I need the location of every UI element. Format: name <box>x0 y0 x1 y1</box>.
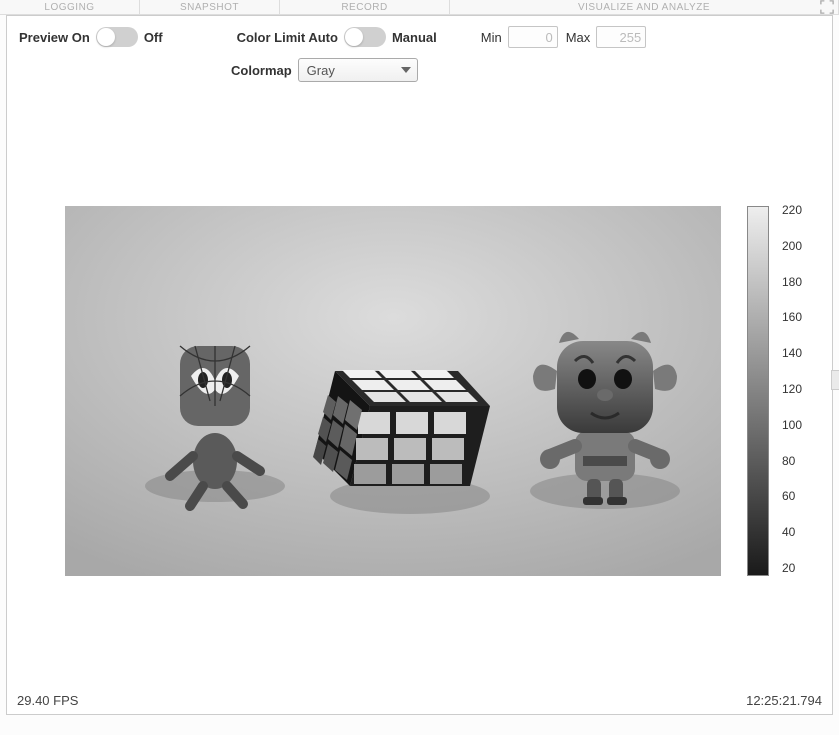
colorbar <box>747 206 769 576</box>
image-viewer: 220 200 180 160 140 120 100 80 60 40 20 <box>15 106 824 680</box>
min-input[interactable] <box>508 26 558 48</box>
tab-record[interactable]: RECORD <box>280 0 450 14</box>
colorbar-tick: 220 <box>782 203 802 217</box>
expand-icon[interactable] <box>819 0 835 14</box>
tab-bar: LOGGING SNAPSHOT RECORD VISUALIZE AND AN… <box>0 0 839 15</box>
colorbar-tick: 180 <box>782 275 802 289</box>
colorbar-tick: 20 <box>782 561 795 575</box>
colorbar-tick: 80 <box>782 454 795 468</box>
preview-off-label: Off <box>144 30 163 45</box>
colorbar-tick: 40 <box>782 525 795 539</box>
tab-visualize-analyze[interactable]: VISUALIZE AND ANALYZE <box>450 0 839 14</box>
preview-toggle[interactable] <box>96 27 138 47</box>
colormap-select[interactable]: Gray <box>298 58 418 82</box>
tab-snapshot[interactable]: SNAPSHOT <box>140 0 280 14</box>
colorbar-ticks: 220 200 180 160 140 120 100 80 60 40 20 <box>774 204 824 578</box>
preview-on-label: Preview On <box>19 30 90 45</box>
app-window: LOGGING SNAPSHOT RECORD VISUALIZE AND AN… <box>0 0 839 735</box>
tab-logging[interactable]: LOGGING <box>0 0 140 14</box>
timestamp-readout: 12:25:21.794 <box>746 693 822 708</box>
colorbar-tick: 200 <box>782 239 802 253</box>
colorbar-tick: 100 <box>782 418 802 432</box>
preview-toggle-group: Preview On Off <box>19 27 163 47</box>
colormap-selected-value: Gray <box>307 63 335 78</box>
chevron-down-icon <box>401 67 411 73</box>
main-panel: Preview On Off Color Limit Auto Manual M… <box>6 15 833 715</box>
controls-area: Preview On Off Color Limit Auto Manual M… <box>7 16 832 88</box>
max-label: Max <box>566 30 591 45</box>
preview-image[interactable] <box>65 206 721 576</box>
colorlimit-auto-label: Color Limit Auto <box>237 30 338 45</box>
colormap-group: Colormap Gray <box>231 58 418 82</box>
scroll-handle[interactable] <box>831 370 839 390</box>
colorbar-tick: 140 <box>782 346 802 360</box>
colorlimit-toggle[interactable] <box>344 27 386 47</box>
max-input[interactable] <box>596 26 646 48</box>
colorbar-tick: 120 <box>782 382 802 396</box>
colorlimit-manual-label: Manual <box>392 30 437 45</box>
colorbar-tick: 160 <box>782 310 802 324</box>
min-group: Min <box>481 26 558 48</box>
colormap-label: Colormap <box>231 63 292 78</box>
min-label: Min <box>481 30 502 45</box>
colorlimit-group: Color Limit Auto Manual <box>237 27 437 47</box>
fps-readout: 29.40 FPS <box>17 693 78 708</box>
colorbar-tick: 60 <box>782 489 795 503</box>
status-bar: 29.40 FPS 12:25:21.794 <box>17 693 822 708</box>
max-group: Max <box>566 26 647 48</box>
